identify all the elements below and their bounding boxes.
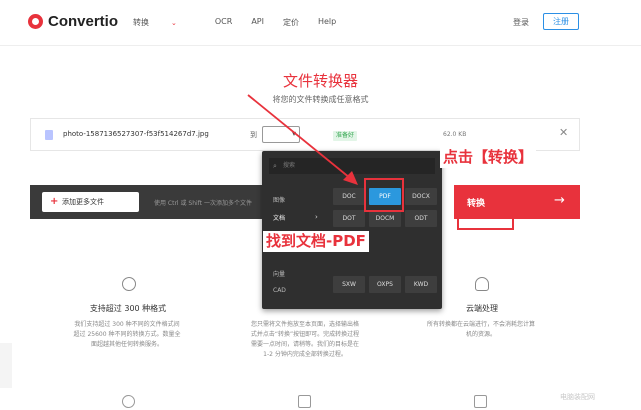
pdf-highlight-box: [364, 178, 404, 212]
annotation-click-convert: 点击【转换】: [440, 147, 537, 168]
annotation-find-pdf: 找到文档-PDF: [263, 231, 369, 252]
annotation-arrow: [247, 94, 358, 185]
convert-highlight-box: [457, 185, 514, 230]
